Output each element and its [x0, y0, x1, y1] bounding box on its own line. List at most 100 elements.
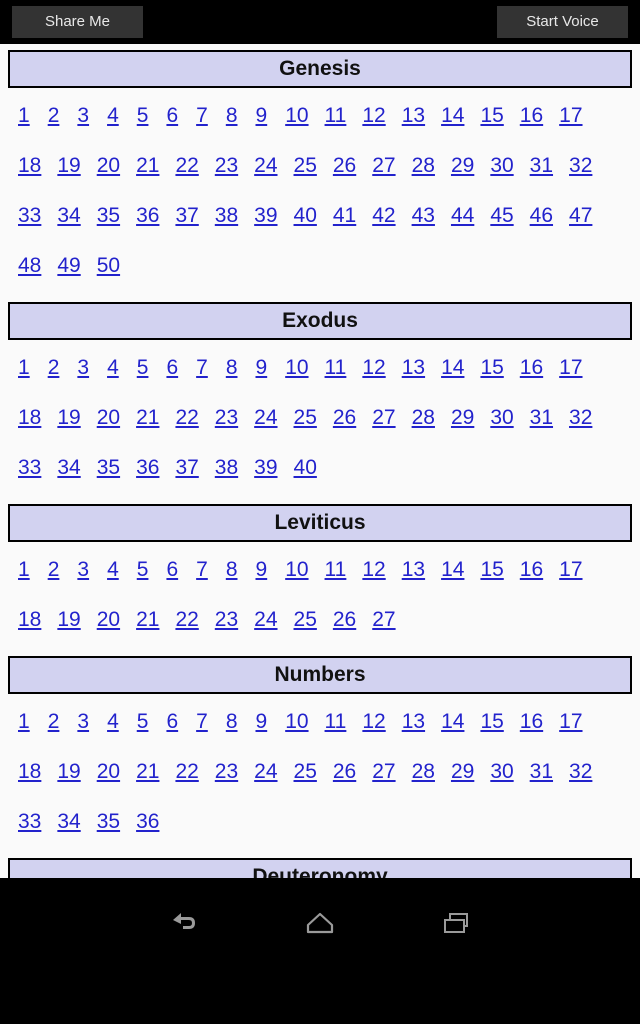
chapter-link[interactable]: 28 — [412, 750, 435, 793]
chapter-link[interactable]: 32 — [569, 144, 592, 187]
chapter-link[interactable]: 24 — [254, 598, 277, 641]
chapter-link[interactable]: 27 — [372, 144, 395, 187]
chapter-link[interactable]: 19 — [57, 598, 80, 641]
chapter-link[interactable]: 42 — [372, 194, 395, 237]
chapter-link[interactable]: 38 — [215, 446, 238, 489]
chapter-link[interactable]: 14 — [441, 346, 464, 389]
chapter-link[interactable]: 10 — [285, 548, 308, 591]
chapter-link[interactable]: 3 — [77, 700, 89, 743]
chapter-link[interactable]: 7 — [196, 94, 208, 137]
chapter-link[interactable]: 29 — [451, 396, 474, 439]
chapter-link[interactable]: 23 — [215, 598, 238, 641]
chapter-link[interactable]: 12 — [362, 548, 385, 591]
chapter-link[interactable]: 34 — [57, 446, 80, 489]
chapter-link[interactable]: 15 — [480, 700, 503, 743]
chapter-link[interactable]: 18 — [18, 396, 41, 439]
chapter-link[interactable]: 20 — [97, 144, 120, 187]
chapter-link[interactable]: 8 — [226, 346, 238, 389]
chapter-link[interactable]: 26 — [333, 144, 356, 187]
chapter-link[interactable]: 30 — [490, 144, 513, 187]
chapter-link[interactable]: 6 — [166, 548, 178, 591]
chapter-link[interactable]: 38 — [215, 194, 238, 237]
chapter-link[interactable]: 18 — [18, 598, 41, 641]
chapter-link[interactable]: 3 — [77, 548, 89, 591]
chapter-link[interactable]: 12 — [362, 94, 385, 137]
chapter-link[interactable]: 44 — [451, 194, 474, 237]
chapter-link[interactable]: 7 — [196, 700, 208, 743]
chapter-link[interactable]: 10 — [285, 94, 308, 137]
chapter-link[interactable]: 5 — [137, 548, 149, 591]
chapter-link[interactable]: 23 — [215, 750, 238, 793]
chapter-link[interactable]: 27 — [372, 396, 395, 439]
chapter-link[interactable]: 6 — [166, 700, 178, 743]
chapter-link[interactable]: 23 — [215, 396, 238, 439]
chapter-link[interactable]: 14 — [441, 548, 464, 591]
chapter-link[interactable]: 9 — [256, 548, 268, 591]
chapter-link[interactable]: 19 — [57, 144, 80, 187]
chapter-link[interactable]: 5 — [137, 94, 149, 137]
chapter-link[interactable]: 26 — [333, 598, 356, 641]
share-me-button[interactable]: Share Me — [12, 6, 143, 38]
chapter-link[interactable]: 25 — [294, 598, 317, 641]
chapter-link[interactable]: 24 — [254, 750, 277, 793]
chapter-link[interactable]: 13 — [402, 346, 425, 389]
chapter-link[interactable]: 35 — [97, 446, 120, 489]
chapter-link[interactable]: 30 — [490, 396, 513, 439]
chapter-link[interactable]: 3 — [77, 94, 89, 137]
chapter-link[interactable]: 10 — [285, 700, 308, 743]
chapter-link[interactable]: 9 — [256, 700, 268, 743]
chapter-link[interactable]: 14 — [441, 700, 464, 743]
chapter-link[interactable]: 40 — [294, 194, 317, 237]
chapter-link[interactable]: 37 — [175, 194, 198, 237]
chapter-link[interactable]: 28 — [412, 144, 435, 187]
chapter-link[interactable]: 39 — [254, 194, 277, 237]
chapter-link[interactable]: 8 — [226, 548, 238, 591]
chapter-link[interactable]: 8 — [226, 94, 238, 137]
start-voice-button[interactable]: Start Voice — [497, 6, 628, 38]
chapter-link[interactable]: 31 — [530, 144, 553, 187]
chapter-link[interactable]: 35 — [97, 194, 120, 237]
chapter-link[interactable]: 25 — [294, 750, 317, 793]
chapter-link[interactable]: 36 — [136, 446, 159, 489]
chapter-link[interactable]: 21 — [136, 144, 159, 187]
chapter-link[interactable]: 4 — [107, 548, 119, 591]
chapter-link[interactable]: 4 — [107, 700, 119, 743]
chapter-link[interactable]: 8 — [226, 700, 238, 743]
chapter-link[interactable]: 16 — [520, 548, 543, 591]
chapter-link[interactable]: 41 — [333, 194, 356, 237]
chapter-link[interactable]: 20 — [97, 750, 120, 793]
chapter-link[interactable]: 2 — [48, 346, 60, 389]
chapter-link[interactable]: 2 — [48, 548, 60, 591]
chapter-link[interactable]: 34 — [57, 194, 80, 237]
chapter-link[interactable]: 31 — [530, 396, 553, 439]
chapter-link[interactable]: 11 — [325, 700, 347, 743]
chapter-link[interactable]: 13 — [402, 548, 425, 591]
chapter-link[interactable]: 27 — [372, 750, 395, 793]
chapter-link[interactable]: 36 — [136, 194, 159, 237]
chapter-link[interactable]: 1 — [18, 94, 30, 137]
chapter-link[interactable]: 24 — [254, 396, 277, 439]
chapter-link[interactable]: 31 — [530, 750, 553, 793]
chapter-link[interactable]: 19 — [57, 396, 80, 439]
chapter-link[interactable]: 2 — [48, 700, 60, 743]
chapter-link[interactable]: 29 — [451, 750, 474, 793]
chapter-link[interactable]: 9 — [256, 94, 268, 137]
chapter-link[interactable]: 26 — [333, 396, 356, 439]
chapter-link[interactable]: 33 — [18, 446, 41, 489]
chapter-link[interactable]: 32 — [569, 750, 592, 793]
chapter-link[interactable]: 47 — [569, 194, 592, 237]
chapter-link[interactable]: 7 — [196, 346, 208, 389]
chapter-link[interactable]: 36 — [136, 800, 159, 843]
back-button[interactable] — [149, 903, 221, 951]
chapter-link[interactable]: 50 — [97, 244, 120, 287]
chapter-link[interactable]: 15 — [480, 548, 503, 591]
chapter-link[interactable]: 13 — [402, 700, 425, 743]
chapter-link[interactable]: 21 — [136, 598, 159, 641]
chapter-link[interactable]: 3 — [77, 346, 89, 389]
chapter-link[interactable]: 22 — [175, 144, 198, 187]
chapter-link[interactable]: 11 — [325, 94, 347, 137]
chapter-link[interactable]: 20 — [97, 598, 120, 641]
chapter-link[interactable]: 45 — [490, 194, 513, 237]
chapter-link[interactable]: 35 — [97, 800, 120, 843]
recent-apps-button[interactable] — [421, 903, 493, 951]
